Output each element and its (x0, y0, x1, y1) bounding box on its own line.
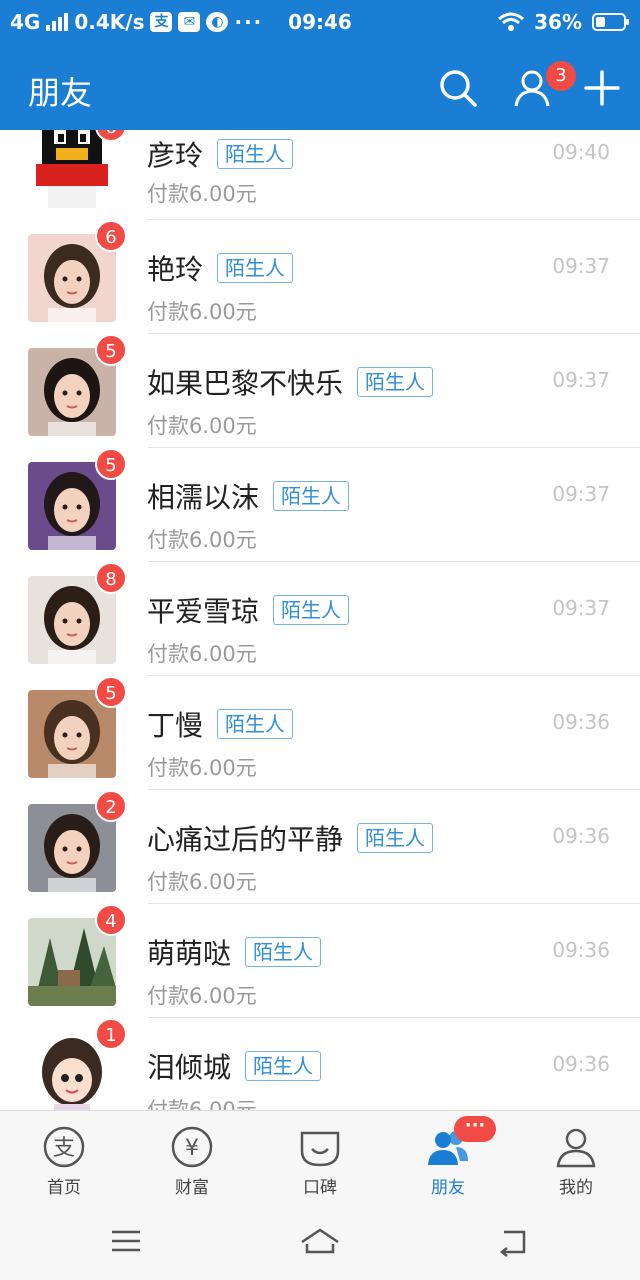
person-icon (556, 1128, 596, 1168)
message-preview: 付款6.00元 (147, 1098, 257, 1110)
chat-row[interactable]: 2 心痛过后的平静 陌生人付款6.00元 09:36 (0, 790, 640, 904)
name-line: 丁慢 陌生人 (147, 704, 294, 744)
message-time: 09:36 (552, 938, 610, 962)
status-bar: 4G 0.4K/s 支 ✉ ◐ ··· 09:46 36% (0, 0, 640, 44)
contact-name: 如果巴黎不快乐 (147, 367, 344, 400)
name-line: 泪倾城 陌生人 (147, 1046, 322, 1086)
stranger-tag: 陌生人 (217, 709, 294, 739)
chat-row[interactable]: 5 丁慢 陌生人付款6.00元 09:36 (0, 676, 640, 790)
chat-row[interactable]: 1 泪倾城 陌生人付款6.00元 09:36 (0, 1018, 640, 1110)
stranger-tag: 陌生人 (273, 481, 350, 511)
stranger-tag: 陌生人 (357, 367, 434, 397)
message-time: 09:36 (552, 824, 610, 848)
contact-name: 艳玲 (147, 253, 204, 286)
unread-badge: 6 (95, 220, 127, 252)
contact-name: 丁慢 (147, 709, 204, 742)
name-line: 心痛过后的平静 陌生人 (147, 818, 434, 858)
alipay-icon: 支 (43, 1126, 85, 1168)
svg-text:支: 支 (53, 1136, 75, 1161)
chat-row[interactable]: 4 萌萌哒 陌生人付款6.00元 09:36 (0, 904, 640, 1018)
tab-label: 口碑 (303, 1178, 337, 1198)
name-line: 艳玲 陌生人 (147, 248, 294, 288)
stranger-tag: 陌生人 (217, 253, 294, 283)
contact-name: 萌萌哒 (147, 937, 232, 970)
message-time: 09:37 (552, 368, 610, 392)
message-preview: 付款6.00元 (147, 414, 257, 438)
message-time: 09:37 (552, 482, 610, 506)
friends-tab-badge: ··· (454, 1116, 496, 1142)
unread-badge: 5 (95, 448, 127, 480)
unread-badge: 8 (95, 562, 127, 594)
message-time: 09:36 (552, 710, 610, 734)
message-time: 09:37 (552, 254, 610, 278)
chat-row[interactable]: 6 艳玲 陌生人付款6.00元 09:37 (0, 220, 640, 334)
system-navigation-bar (0, 1202, 640, 1280)
chat-row[interactable]: 6彦玲陌生人付款6.00元09:40 (0, 130, 640, 220)
tab-label: 我的 (559, 1178, 593, 1198)
back-icon[interactable] (494, 1224, 538, 1258)
stranger-tag: 陌生人 (245, 937, 322, 967)
stranger-tag: 陌生人 (245, 1051, 322, 1081)
name-line: 彦玲 陌生人 (147, 134, 294, 174)
unread-badge: 4 (95, 904, 127, 936)
name-line: 平爱雪琼 陌生人 (147, 590, 350, 630)
tab-label: 朋友 (431, 1178, 465, 1198)
battery-percent: 36% (534, 10, 582, 34)
wifi-icon (498, 12, 525, 31)
message-time: 09:37 (552, 596, 610, 620)
plus-icon[interactable] (580, 66, 624, 110)
chat-list: 6彦玲陌生人付款6.00元09:406艳玲陌生人付款6.00元09:375如果巴… (0, 130, 640, 1110)
unread-badge: 2 (95, 790, 127, 822)
contact-name: 泪倾城 (147, 1051, 232, 1084)
tab-label: 首页 (47, 1178, 81, 1198)
message-preview: 付款6.00元 (147, 984, 257, 1008)
stranger-tag: 陌生人 (217, 139, 294, 169)
unread-badge: 5 (95, 334, 127, 366)
koubei-icon (300, 1131, 340, 1167)
contact-name: 彦玲 (147, 139, 204, 172)
bottom-tab-bar: 支首页 ¥ 财富 口碑 朋友 我的 (0, 1110, 640, 1203)
menu-icon[interactable] (104, 1224, 148, 1258)
avatar[interactable] (28, 130, 116, 208)
contact-name: 平爱雪琼 (147, 595, 260, 628)
stranger-tag: 陌生人 (357, 823, 434, 853)
battery-icon (592, 13, 629, 31)
friend-request-badge: 3 (546, 61, 576, 91)
tab-yen[interactable]: ¥ 财富 (128, 1111, 256, 1203)
status-right: 36% (498, 10, 629, 34)
message-preview: 付款6.00元 (147, 756, 257, 780)
tab-person[interactable]: 我的 (512, 1111, 640, 1203)
name-line: 萌萌哒 陌生人 (147, 932, 322, 972)
page-title: 朋友 (28, 74, 93, 112)
contact-name: 相濡以沫 (147, 481, 260, 514)
message-preview: 付款6.00元 (147, 300, 257, 324)
tab-label: 财富 (175, 1178, 209, 1198)
message-preview: 付款6.00元 (147, 528, 257, 552)
message-preview: 付款6.00元 (147, 182, 257, 206)
message-time: 09:40 (552, 140, 610, 164)
home-icon[interactable] (298, 1224, 342, 1258)
svg-text:¥: ¥ (185, 1136, 199, 1161)
message-time: 09:36 (552, 1052, 610, 1076)
tab-alipay[interactable]: 支首页 (0, 1111, 128, 1203)
chat-row[interactable]: 5 相濡以沫 陌生人 付款6.00元 09:37 (0, 448, 640, 562)
message-preview: 付款6.00元 (147, 642, 257, 666)
chat-row[interactable]: 5 如果巴黎不快乐 陌生人付款6.00元 09:37 (0, 334, 640, 448)
yen-icon: ¥ (171, 1126, 213, 1168)
tab-koubei[interactable]: 口碑 (256, 1111, 384, 1203)
name-line: 相濡以沫 陌生人 (147, 476, 350, 516)
search-icon[interactable] (436, 66, 480, 110)
battery-level (596, 17, 606, 27)
message-preview: 付款6.00元 (147, 870, 257, 894)
chat-row[interactable]: 8 平爱雪琼 陌生人 付款6.00元 09:37 (0, 562, 640, 676)
name-line: 如果巴黎不快乐 陌生人 (147, 362, 434, 402)
contact-name: 心痛过后的平静 (147, 823, 344, 856)
stranger-tag: 陌生人 (273, 595, 350, 625)
unread-badge: 5 (95, 676, 127, 708)
unread-badge: 1 (95, 1018, 127, 1050)
header: 朋友 3 (0, 44, 640, 130)
